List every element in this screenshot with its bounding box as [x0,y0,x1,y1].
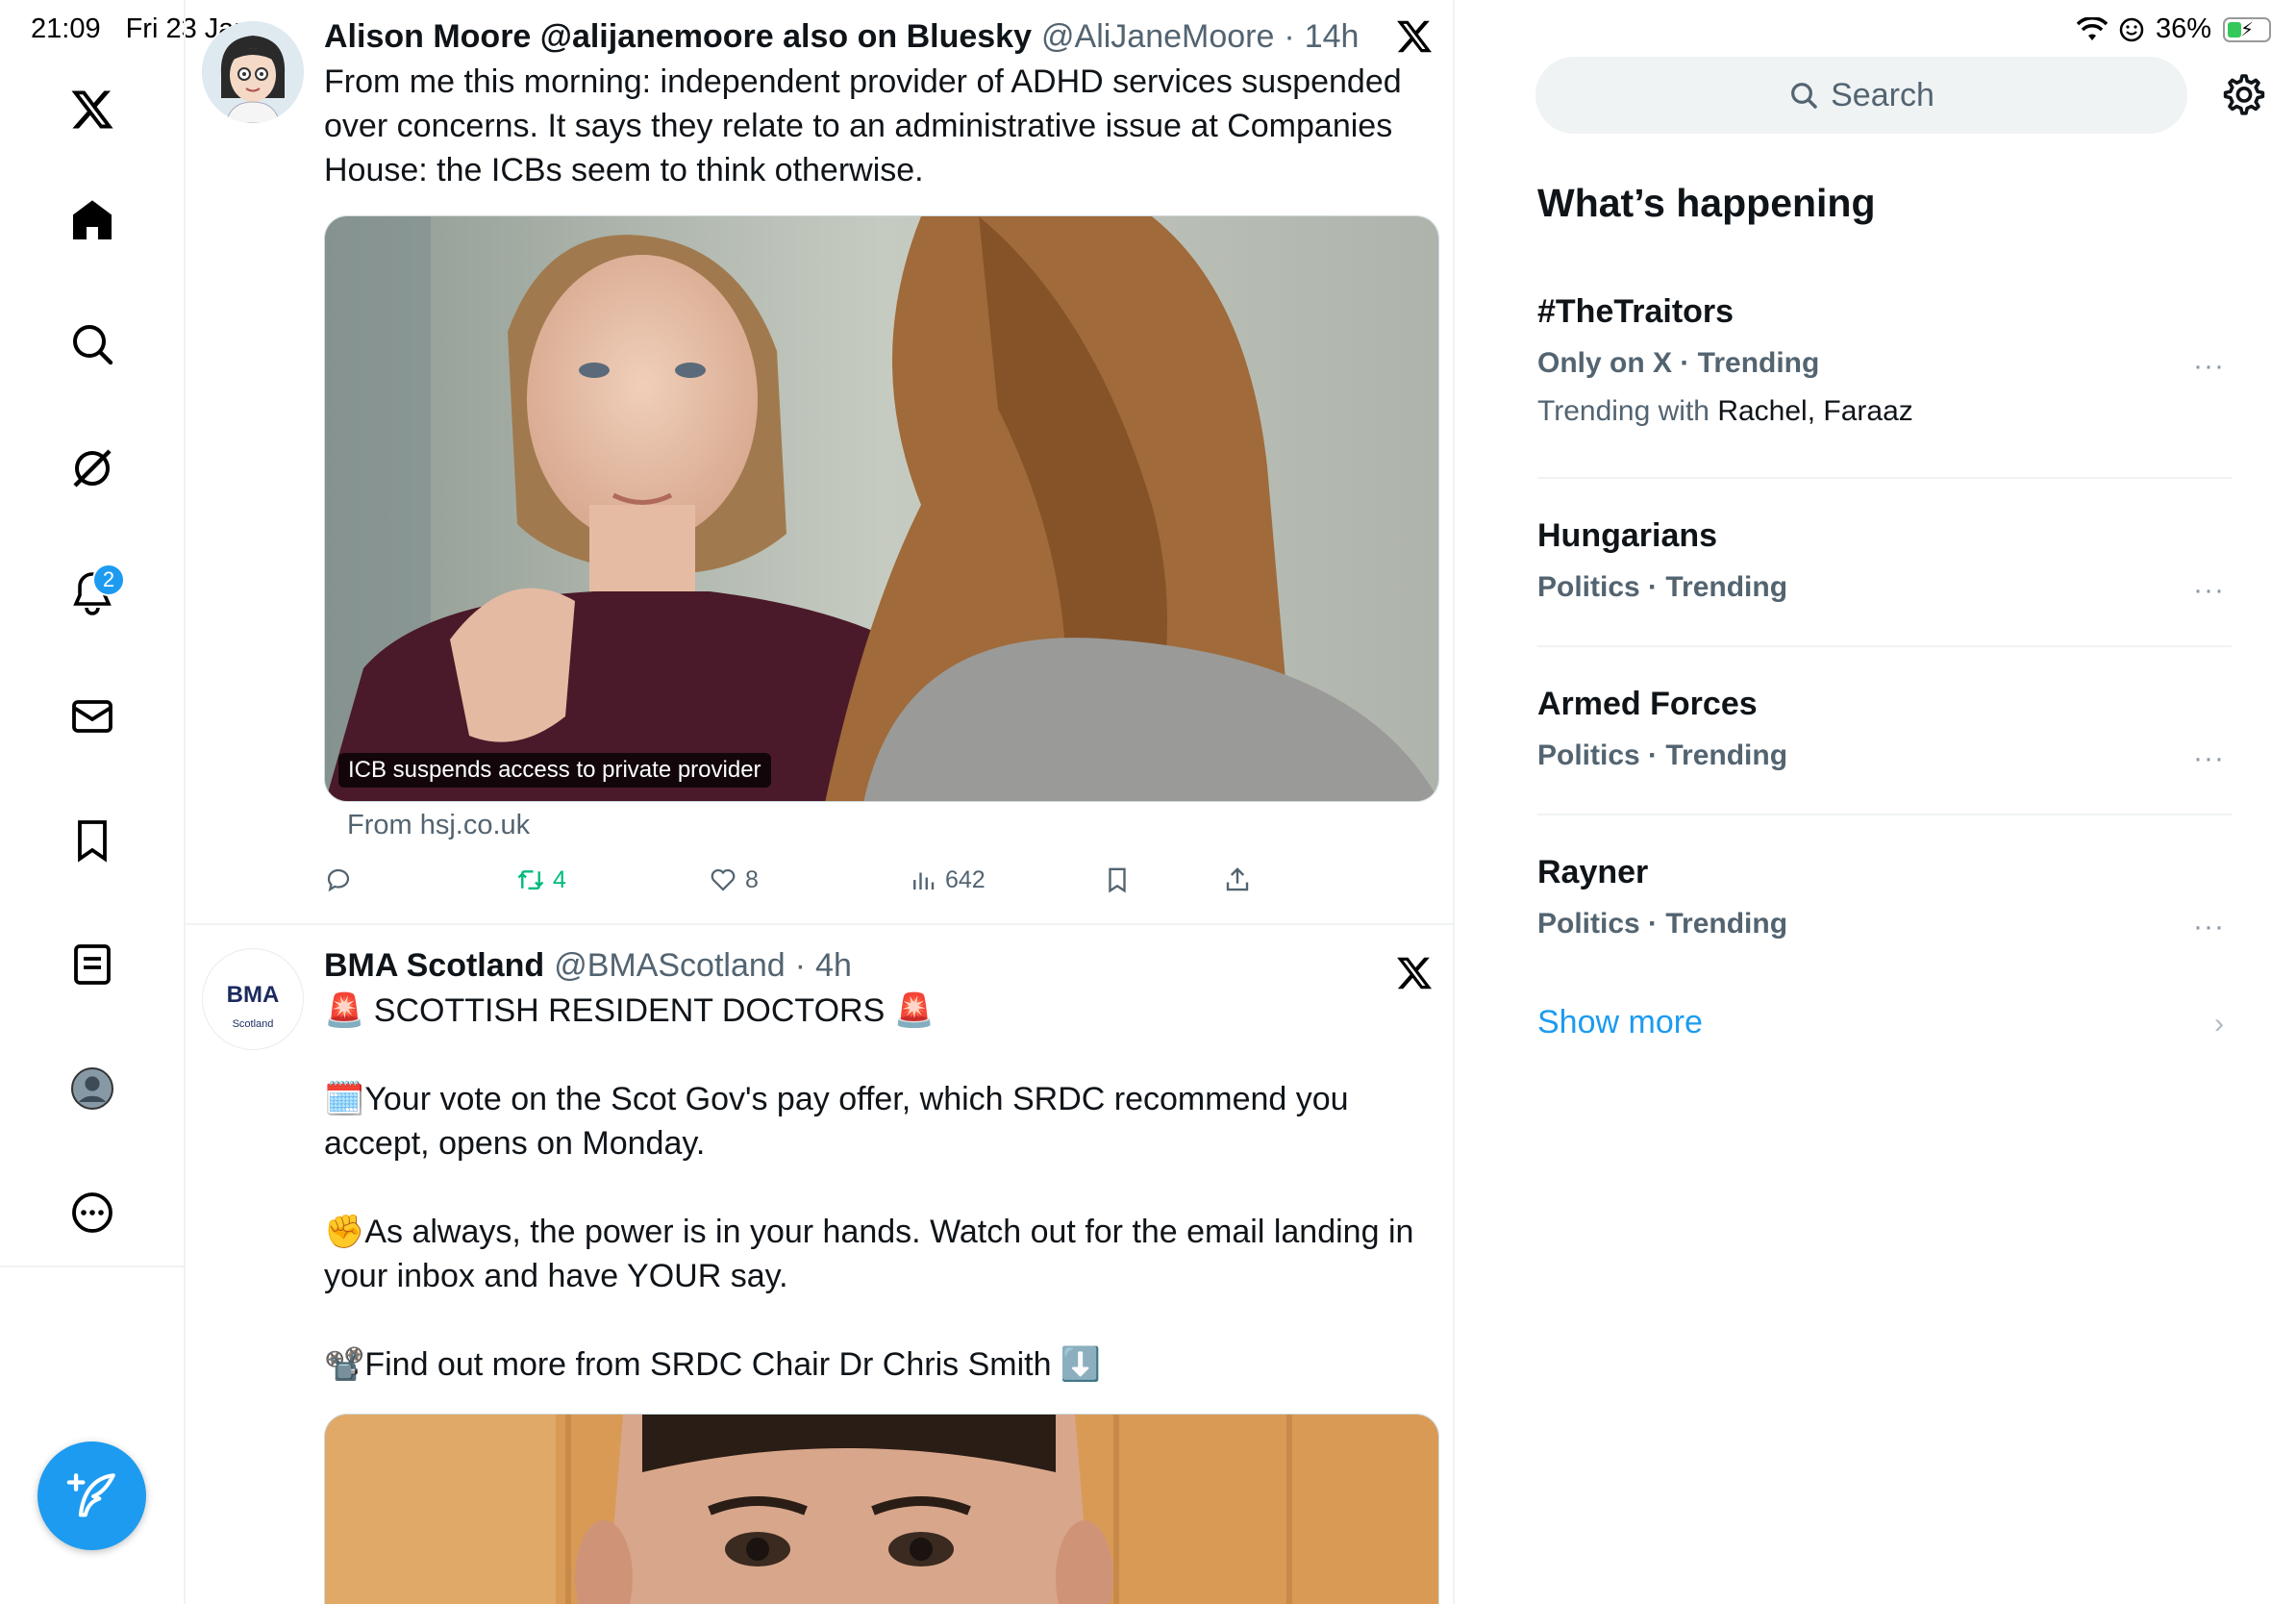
author-name[interactable]: BMA Scotland [324,944,544,987]
envelope-icon[interactable] [58,682,127,751]
photo [325,216,1438,801]
timeline: Alison Moore @alijanemoore also on Blues… [186,0,1455,1604]
reply-button[interactable] [324,865,353,894]
trend-item[interactable]: Hungarians Politics · Trending ··· [1537,514,2232,607]
show-more-label: Show more [1537,1004,1703,1040]
focus-face-icon [2119,17,2144,41]
tweet-line: 📽️Find out more from SRDC Chair Dr Chris… [324,1346,1102,1383]
trend-item[interactable]: #TheTraitors Only on X · Trending Trendi… [1537,290,2232,431]
tweet-text: 🚨 SCOTTISH RESIDENT DOCTORS 🚨 🗓️Your vot… [324,989,1420,1387]
tweet-header: BMA Scotland @BMAScotland · 4h [324,944,1437,987]
search-icon [1791,83,1817,109]
trend-name: Hungarians [1537,517,1718,554]
trend-with: Trending with Rachel, Faraaz [1537,392,2232,431]
gear-icon[interactable] [2221,72,2267,118]
x-logo-icon [1397,957,1432,990]
show-more-link[interactable]: Show more › [1537,1004,2232,1041]
retweet-button[interactable]: 4 [516,865,566,894]
avatar[interactable] [202,21,304,123]
x-logo-icon[interactable] [58,75,127,144]
profile-icon[interactable] [58,1054,127,1123]
section-title: What’s happening [1537,181,1876,225]
search-icon[interactable] [58,310,127,379]
like-count: 8 [745,865,759,893]
notification-badge: 2 [92,564,125,596]
author-handle[interactable]: @AliJaneMoore [1041,15,1274,58]
avatar-logo-subtext: Scotland [232,1018,274,1030]
author-name[interactable]: Alison Moore @alijanemoore also on Blues… [324,15,1032,58]
divider [1537,645,2232,647]
tweet-time[interactable]: 4h [815,944,852,987]
more-options-button[interactable]: ··· [2193,350,2232,382]
link-card-image[interactable]: ICB suspends access to private provider [324,215,1439,802]
retweet-count: 4 [553,865,566,893]
reply-icon [327,868,350,892]
tweet-line: ✊As always, the power is in your hands. … [324,1214,1414,1294]
trend-item[interactable]: Armed Forces Politics · Trending ··· [1537,683,2232,775]
trend-meta: Only on X · Trending [1537,347,1820,379]
divider [1537,477,2232,479]
list-icon[interactable] [58,930,127,999]
trend-with-label: Trending with [1537,395,1710,427]
heart-icon [711,868,736,891]
search-input[interactable]: Search [1535,57,2187,134]
trend-with-names[interactable]: Rachel, Faraaz [1717,395,1912,427]
link-card-caption: ICB suspends access to private provider [338,753,771,788]
wifi-icon [2076,16,2108,40]
divider [1537,814,2232,815]
bookmark-icon[interactable] [58,806,127,875]
tweet-content: BMA Scotland @BMAScotland · 4h 🚨 SCOTTIS… [324,944,1437,1387]
trend-item[interactable]: Rayner Politics · Trending ··· [1537,851,2232,943]
tweet-actions: 4 8 642 [324,865,1285,904]
nav-divider [0,1266,186,1267]
home-icon[interactable] [58,186,127,255]
views-button[interactable]: 642 [909,865,986,894]
tweet-time[interactable]: 14h [1305,15,1360,58]
analytics-icon [913,872,935,890]
tweet-line: 🗓️Your vote on the Scot Gov's pay offer,… [324,1081,1349,1162]
status-bar-right: 36% ⚡ [2076,13,2271,45]
bookmark-button[interactable] [1103,865,1132,894]
trend-meta: Politics · Trending [1537,908,1788,940]
battery-icon: ⚡ [2223,16,2271,42]
trend-name: Rayner [1537,854,1649,890]
separator: · [1284,18,1295,55]
share-icon [1226,867,1249,891]
tweet-text: From me this morning: independent provid… [324,63,1402,188]
separator: · [794,947,807,984]
author-handle[interactable]: @BMAScotland [554,944,786,987]
tweet-line: 🚨 SCOTTISH RESIDENT DOCTORS 🚨 [324,992,936,1029]
battery-percent: 36% [2155,13,2211,44]
photo [325,1415,1438,1604]
tweet[interactable]: BMA Scotland BMA Scotland @BMAScotland ·… [186,927,1453,1604]
tweet-header: Alison Moore @alijanemoore also on Blues… [324,15,1437,58]
search-placeholder: Search [1831,76,1934,113]
grok-icon[interactable] [58,434,127,503]
more-icon[interactable] [58,1178,127,1247]
left-nav: 2 [0,0,186,1604]
avatar-logo-text: BMA [226,982,280,1008]
chevron-right-icon: › [2214,1008,2224,1040]
like-button[interactable]: 8 [709,865,759,894]
compose-icon [66,1472,115,1516]
more-options-button[interactable]: ··· [2193,911,2232,942]
x-logo-icon [1397,20,1432,53]
bookmark-icon [1109,867,1126,893]
bell-icon[interactable]: 2 [58,558,127,627]
retweet-icon [517,870,544,890]
share-button[interactable] [1223,865,1252,894]
trend-meta: Politics · Trending [1537,739,1788,771]
tweet[interactable]: Alison Moore @alijanemoore also on Blues… [186,0,1453,925]
more-options-button[interactable]: ··· [2193,742,2232,774]
trend-name: #TheTraitors [1537,293,1734,330]
video-thumbnail[interactable] [324,1414,1439,1604]
avatar[interactable]: BMA Scotland [202,948,304,1050]
trend-name: Armed Forces [1537,686,1758,722]
link-source[interactable]: From hsj.co.uk [347,810,530,841]
compose-button[interactable] [37,1441,146,1550]
tweet-content: Alison Moore @alijanemoore also on Blues… [324,15,1437,192]
view-count: 642 [945,865,986,893]
more-options-button[interactable]: ··· [2193,574,2232,606]
trend-meta: Politics · Trending [1537,571,1788,603]
